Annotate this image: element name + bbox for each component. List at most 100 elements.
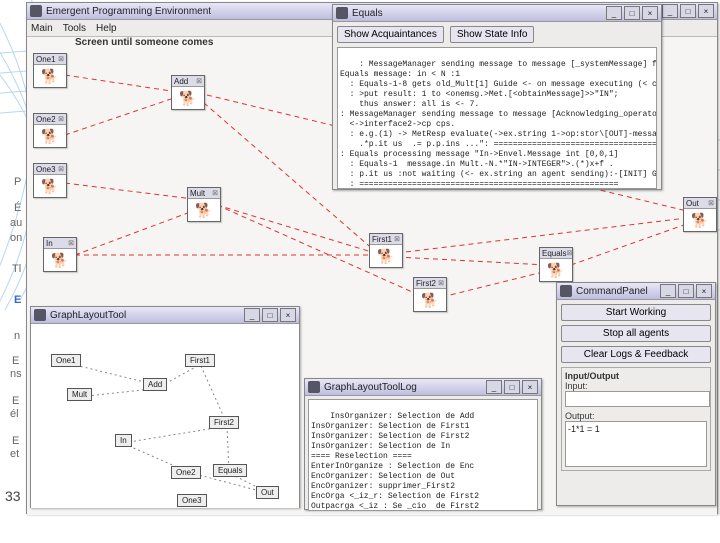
window-icon [336, 7, 348, 19]
node-close-icon[interactable]: ⊠ [196, 77, 202, 85]
agent-icon: 🐕 [421, 292, 438, 309]
minimize-button[interactable]: _ [244, 308, 260, 322]
margin-text-4: on [10, 232, 22, 244]
equals-log[interactable]: : MessageManager sending message to mess… [337, 47, 657, 189]
close-button[interactable]: × [642, 6, 658, 20]
output-box: -1*1 = 1 [565, 421, 707, 467]
maximize-button[interactable]: □ [504, 380, 520, 394]
lt-node-first1[interactable]: First1 [185, 354, 215, 367]
node-close-icon[interactable]: ⊠ [566, 249, 572, 257]
margin-text-9: ns [10, 368, 22, 380]
lt-node-mult[interactable]: Mult [67, 388, 92, 401]
stop-all-agents-button[interactable]: Stop all agents [561, 325, 711, 342]
margin-text-11: él [10, 408, 19, 420]
maximize-button[interactable]: □ [680, 4, 696, 18]
show-state-info-button[interactable]: Show State Info [450, 26, 535, 43]
node-add[interactable]: Add⊠ 🐕 [171, 75, 205, 110]
command-panel-titlebar[interactable]: CommandPanel _ □ × [557, 283, 715, 300]
node-one1[interactable]: One1⊠ 🐕 [33, 53, 67, 88]
window-icon [308, 381, 320, 393]
agent-icon: 🐕 [41, 68, 58, 85]
node-one3[interactable]: One3⊠ 🐕 [33, 163, 67, 198]
node-one2-label: One2 [36, 115, 56, 124]
node-one2[interactable]: One2⊠ 🐕 [33, 113, 67, 148]
minimize-button[interactable]: _ [660, 284, 676, 298]
node-close-icon[interactable]: ⊠ [394, 235, 400, 243]
maximize-button[interactable]: □ [262, 308, 278, 322]
agent-icon: 🐕 [547, 262, 564, 279]
close-button[interactable]: × [280, 308, 296, 322]
node-equals-label: Equals [542, 249, 566, 258]
node-close-icon[interactable]: ⊠ [58, 165, 64, 173]
margin-text-7: n [14, 330, 20, 342]
start-working-button[interactable]: Start Working [561, 304, 711, 321]
lt-node-out[interactable]: Out [256, 486, 279, 499]
layout-log-titlebar[interactable]: GraphLayoutToolLog _ □ × [305, 379, 541, 396]
menu-tools[interactable]: Tools [63, 23, 86, 34]
node-first2-label: First2 [416, 279, 436, 288]
lt-node-first2[interactable]: First2 [209, 416, 239, 429]
layout-tool-titlebar[interactable]: GraphLayoutTool _ □ × [31, 307, 299, 324]
layout-log[interactable]: InsOrganizer: Selection de Add InsOrgani… [308, 399, 538, 511]
close-button[interactable]: × [696, 284, 712, 298]
node-close-icon[interactable]: ⊠ [68, 239, 74, 247]
command-panel-body: Start Working Stop all agents Clear Logs… [557, 300, 715, 475]
io-panel: Input/Output Input: Output: -1*1 = 1 [561, 367, 711, 471]
node-in[interactable]: In⊠ 🐕 [43, 237, 77, 272]
maximize-button[interactable]: □ [624, 6, 640, 20]
minimize-button[interactable]: _ [606, 6, 622, 20]
node-one3-label: One3 [36, 165, 56, 174]
margin-text-6: E [14, 294, 21, 306]
io-title: Input/Output [565, 371, 707, 381]
equals-title: Equals [352, 8, 383, 19]
command-panel-window: CommandPanel _ □ × Start Working Stop al… [556, 282, 716, 506]
margin-text-3: au [10, 217, 22, 229]
layout-canvas[interactable]: One1 Mult Add First1 First2 In One2 Equa… [31, 324, 299, 508]
show-acquaintances-button[interactable]: Show Acquaintances [337, 26, 444, 43]
agent-icon: 🐕 [377, 248, 394, 265]
agent-icon: 🐕 [691, 212, 708, 229]
lt-node-one2[interactable]: One2 [171, 466, 201, 479]
close-button[interactable]: × [698, 4, 714, 18]
close-button[interactable]: × [522, 380, 538, 394]
node-close-icon[interactable]: ⊠ [58, 115, 64, 123]
agent-icon: 🐕 [41, 178, 58, 195]
app-icon [30, 5, 42, 17]
window-icon [560, 285, 572, 297]
output-value: -1*1 = 1 [568, 424, 600, 434]
margin-text-2: É [14, 202, 21, 214]
margin-text-8: E [12, 355, 19, 367]
node-close-icon[interactable]: ⊠ [708, 199, 714, 207]
node-out-label: Out [686, 199, 699, 208]
equals-titlebar[interactable]: Equals _ □ × [333, 5, 661, 22]
maximize-button[interactable]: □ [678, 284, 694, 298]
node-first1[interactable]: First1⊠ 🐕 [369, 233, 403, 268]
canvas-status: Screen until someone comes [75, 37, 213, 48]
menu-main[interactable]: Main [31, 23, 53, 34]
node-mult-label: Mult [190, 189, 205, 198]
lt-node-in[interactable]: In [115, 434, 132, 447]
minimize-button[interactable]: _ [486, 380, 502, 394]
node-first2[interactable]: First2⊠ 🐕 [413, 277, 447, 312]
node-close-icon[interactable]: ⊠ [212, 189, 218, 197]
lt-node-one3[interactable]: One3 [177, 494, 207, 507]
node-close-icon[interactable]: ⊠ [58, 55, 64, 63]
margin-text-1: P [14, 176, 21, 188]
node-out[interactable]: Out ⊠ 🐕 [683, 197, 717, 232]
output-label: Output: [565, 411, 707, 421]
node-mult[interactable]: Mult⊠ 🐕 [187, 187, 221, 222]
minimize-button[interactable]: _ [662, 4, 678, 18]
lt-node-one1[interactable]: One1 [51, 354, 81, 367]
node-first1-label: First1 [372, 235, 392, 244]
menu-help[interactable]: Help [96, 23, 117, 34]
layout-tool-window: GraphLayoutTool _ □ × One1 Mult Add Firs… [30, 306, 300, 508]
lt-node-equals[interactable]: Equals [213, 464, 247, 477]
node-one1-label: One1 [36, 55, 56, 64]
layout-tool-title: GraphLayoutTool [50, 310, 126, 321]
lt-node-add[interactable]: Add [143, 378, 167, 391]
input-field[interactable] [565, 391, 710, 407]
equals-log-text: : MessageManager sending message to mess… [340, 60, 657, 189]
node-close-icon[interactable]: ⊠ [438, 279, 444, 287]
node-equals[interactable]: Equals⊠ 🐕 [539, 247, 573, 282]
clear-logs-button[interactable]: Clear Logs & Feedback [561, 346, 711, 363]
